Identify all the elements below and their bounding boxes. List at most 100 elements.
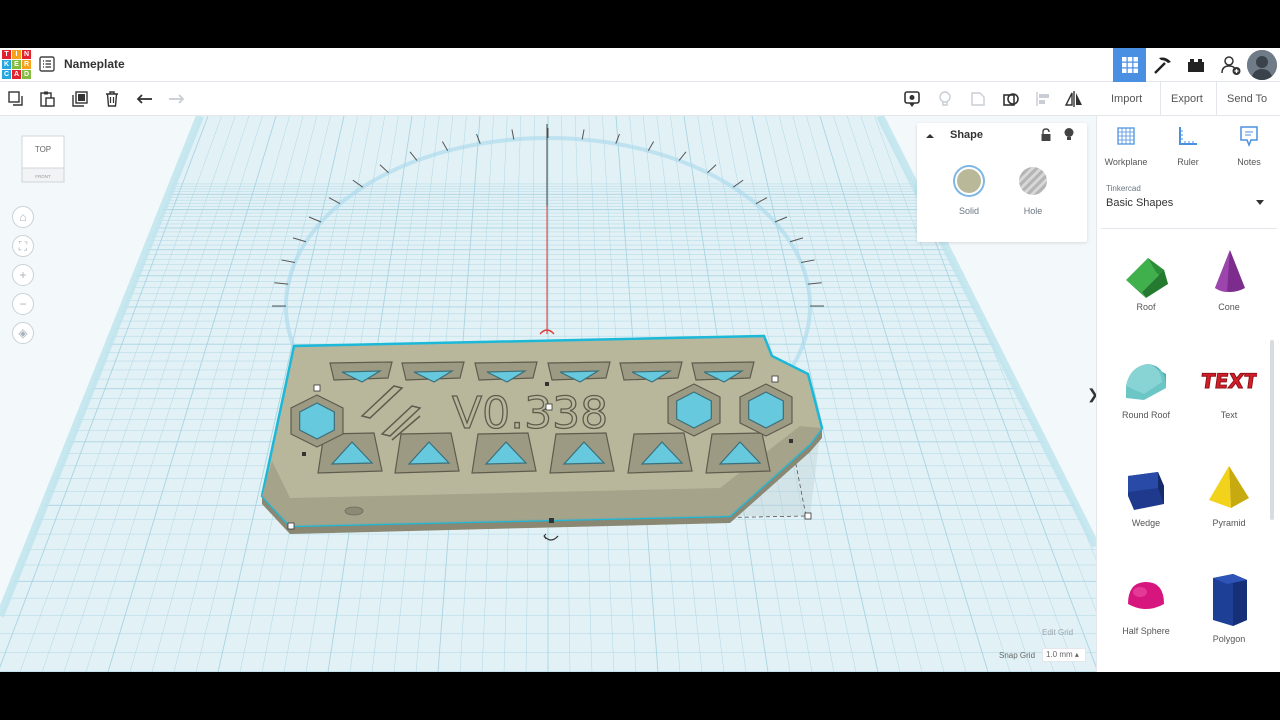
- shape-inspector: Shape Solid Hole: [917, 123, 1087, 242]
- logo-letter: K: [2, 60, 11, 69]
- shape-cone[interactable]: Cone: [1189, 246, 1269, 312]
- paste-icon: [40, 91, 55, 107]
- tinkercad-app: T I N K E R C A D Nameplate Import Expor…: [0, 48, 1280, 672]
- solid-swatch[interactable]: [955, 167, 983, 195]
- align-button[interactable]: [1031, 87, 1055, 111]
- view-cube[interactable]: TOP FRONT: [20, 132, 66, 186]
- divider: [1101, 228, 1277, 229]
- shape-label: Pyramid: [1212, 518, 1246, 528]
- view-cube-front-label: FRONT: [35, 174, 51, 179]
- 3d-design-view-button[interactable]: [1113, 48, 1146, 82]
- design-list-icon[interactable]: [39, 56, 55, 72]
- fit-view-button[interactable]: ⛶: [12, 235, 34, 257]
- user-avatar[interactable]: [1247, 50, 1277, 80]
- library-select[interactable]: Basic Shapes: [1106, 197, 1173, 209]
- workplane-tool[interactable]: Workplane: [1097, 124, 1155, 167]
- send-to-button[interactable]: Send To: [1216, 82, 1277, 116]
- logo-letter: E: [12, 60, 21, 69]
- model-text: V0.338: [452, 388, 608, 439]
- shape-pyramid[interactable]: Pyramid: [1189, 462, 1269, 528]
- copy-button[interactable]: [4, 87, 28, 111]
- avatar-icon: [1247, 50, 1277, 80]
- logo-letter: T: [2, 50, 11, 59]
- shape-label: Round Roof: [1121, 410, 1171, 420]
- panel-scrollbar[interactable]: [1270, 340, 1274, 520]
- undo-button[interactable]: [133, 87, 157, 111]
- minus-icon: −: [19, 297, 27, 311]
- shape-label: Half Sphere: [1122, 626, 1170, 636]
- cone-shape-icon: [1215, 250, 1245, 292]
- shape-wedge[interactable]: Wedge: [1106, 462, 1186, 528]
- ruler-label: Ruler: [1177, 157, 1199, 167]
- workplane-label: Workplane: [1104, 157, 1148, 167]
- perspective-button[interactable]: ◈: [12, 322, 34, 344]
- export-button[interactable]: Export: [1160, 82, 1213, 116]
- chevron-down-icon[interactable]: [1256, 200, 1264, 206]
- paste-button[interactable]: [35, 87, 59, 111]
- shape-label: Cone: [1218, 302, 1240, 312]
- shape-polygon[interactable]: Polygon: [1189, 570, 1269, 644]
- shape-label: Text: [1220, 410, 1238, 420]
- blocks-view-button[interactable]: [1146, 48, 1179, 82]
- undo-icon: [136, 94, 152, 104]
- nameplate-model[interactable]: V0.338: [260, 334, 824, 534]
- tinkercad-logo[interactable]: T I N K E R C A D: [2, 50, 31, 79]
- design-title[interactable]: Nameplate: [64, 57, 125, 71]
- pyramid-shape-icon: [1209, 466, 1249, 508]
- half-sphere-shape-icon: [1128, 582, 1164, 609]
- view-cube-top-label: TOP: [35, 145, 51, 154]
- toolbar: Import Export Send To: [0, 82, 1280, 116]
- fit-icon: ⛶: [18, 238, 28, 253]
- collapse-caret-icon[interactable]: [925, 131, 935, 141]
- import-button[interactable]: Import: [1101, 82, 1152, 116]
- logo-letter: C: [2, 70, 11, 79]
- visibility-bulb-icon[interactable]: [1063, 127, 1075, 142]
- hole-option[interactable]: Hole: [1013, 167, 1053, 216]
- notes-icon: [1240, 126, 1258, 148]
- bricks-view-button[interactable]: [1179, 48, 1212, 82]
- shape-label: Wedge: [1131, 518, 1161, 528]
- group-button[interactable]: [966, 87, 990, 111]
- hole-swatch[interactable]: [1019, 167, 1047, 195]
- header: T I N K E R C A D Nameplate: [0, 48, 1280, 82]
- notes-tool[interactable]: Notes: [1220, 124, 1278, 167]
- shape-text[interactable]: TEXT Text: [1189, 354, 1269, 420]
- pickaxe-icon: [1153, 57, 1171, 74]
- shape-half-sphere[interactable]: Half Sphere: [1106, 570, 1186, 636]
- group-icon: [971, 92, 985, 106]
- ruler-tool[interactable]: Ruler: [1159, 124, 1217, 167]
- shape-round-roof[interactable]: Round Roof: [1106, 354, 1186, 420]
- duplicate-button[interactable]: [68, 87, 92, 111]
- inspector-title: Shape: [950, 129, 984, 141]
- redo-button[interactable]: [164, 87, 188, 111]
- duplicate-icon: [72, 91, 88, 107]
- snap-grid-label: Snap Grid: [999, 651, 1036, 660]
- mirror-icon: [1064, 91, 1082, 107]
- invite-user-button[interactable]: [1214, 48, 1247, 82]
- perspective-icon: ◈: [18, 326, 28, 340]
- polygon-shape-icon: [1213, 574, 1247, 626]
- ungroup-icon: [1003, 93, 1019, 106]
- text-shape-icon: TEXT: [1201, 369, 1257, 394]
- roof-shape-icon: [1126, 258, 1168, 298]
- solid-label: Solid: [958, 206, 979, 216]
- home-view-button[interactable]: ⌂: [12, 206, 34, 228]
- snap-grid-select[interactable]: 1.0 mm ▴: [1042, 648, 1086, 662]
- delete-button[interactable]: [100, 87, 124, 111]
- redo-icon: [169, 94, 185, 104]
- ungroup-button[interactable]: [999, 87, 1023, 111]
- zoom-in-button[interactable]: +: [12, 264, 34, 286]
- mirror-button[interactable]: [1062, 87, 1086, 111]
- workplane-icon: [1117, 127, 1135, 145]
- lightbulb-icon: [939, 91, 951, 106]
- lock-icon[interactable]: [1040, 128, 1052, 142]
- zoom-out-button[interactable]: −: [12, 293, 34, 315]
- text-shape-glyph: TEXT: [1201, 369, 1257, 393]
- solid-option[interactable]: Solid: [949, 167, 989, 216]
- shape-roof[interactable]: Roof: [1106, 246, 1186, 312]
- ruler-icon: [1179, 127, 1197, 145]
- edit-grid-button[interactable]: Edit Grid: [1042, 628, 1073, 637]
- logo-letter: I: [12, 50, 21, 59]
- show-all-button[interactable]: [933, 87, 957, 111]
- notes-tool-button[interactable]: [900, 87, 924, 111]
